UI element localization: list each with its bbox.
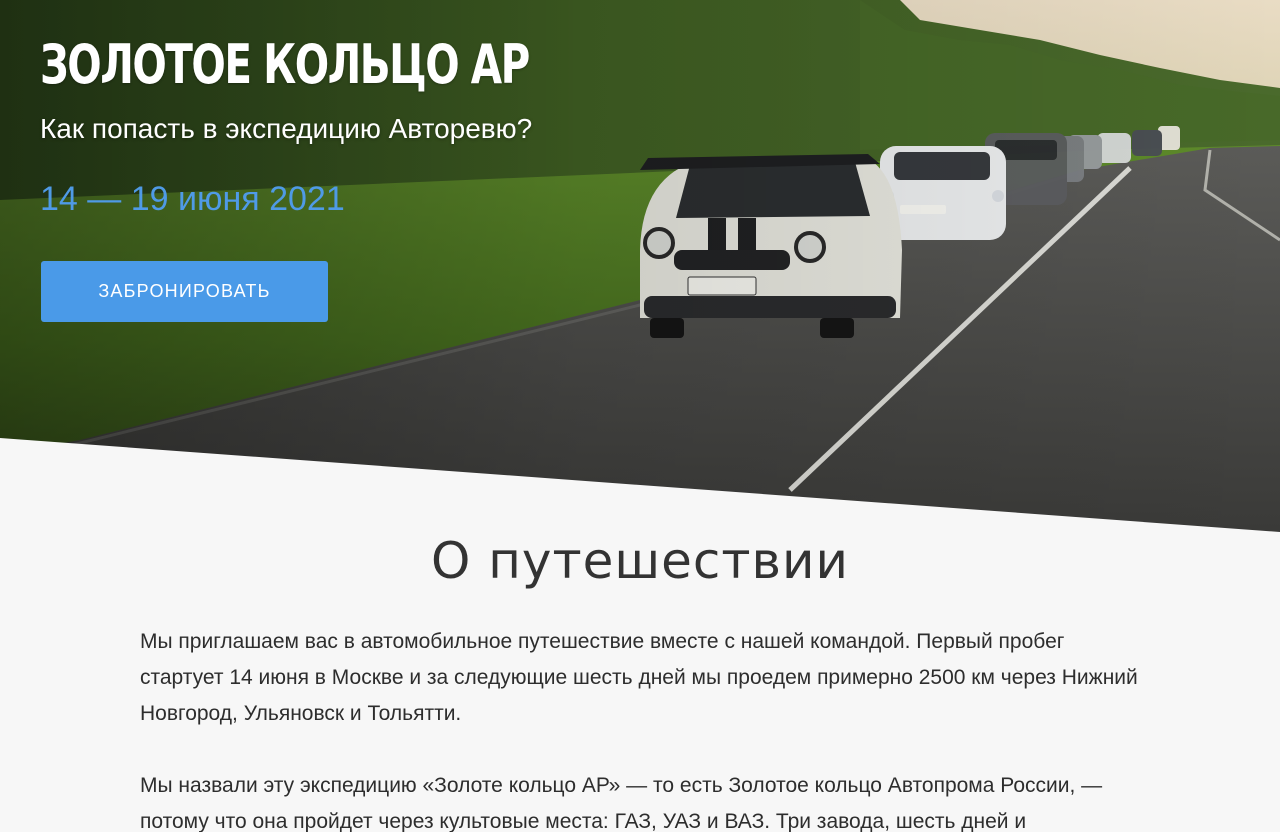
book-button[interactable]: ЗАБРОНИРОВАТЬ <box>41 261 328 322</box>
hero-subtitle: Как попасть в экспедицию Авторевю? <box>40 113 533 144</box>
about-paragraph: Мы приглашаем вас в автомобильное путеше… <box>140 630 1138 725</box>
trip-dates: 14 — 19 июня 2021 <box>40 180 345 218</box>
hero-title: ЗОЛОТОЕ КОЛЬЦО АР <box>40 33 530 96</box>
hero-section: ЗОЛОТОЕ КОЛЬЦО АР Как попасть в экспедиц… <box>0 0 1280 532</box>
about-paragraph: Мы назвали эту экспедицию «Золоте кольцо… <box>140 774 1103 832</box>
section-heading-about: О путешествии <box>430 532 849 590</box>
